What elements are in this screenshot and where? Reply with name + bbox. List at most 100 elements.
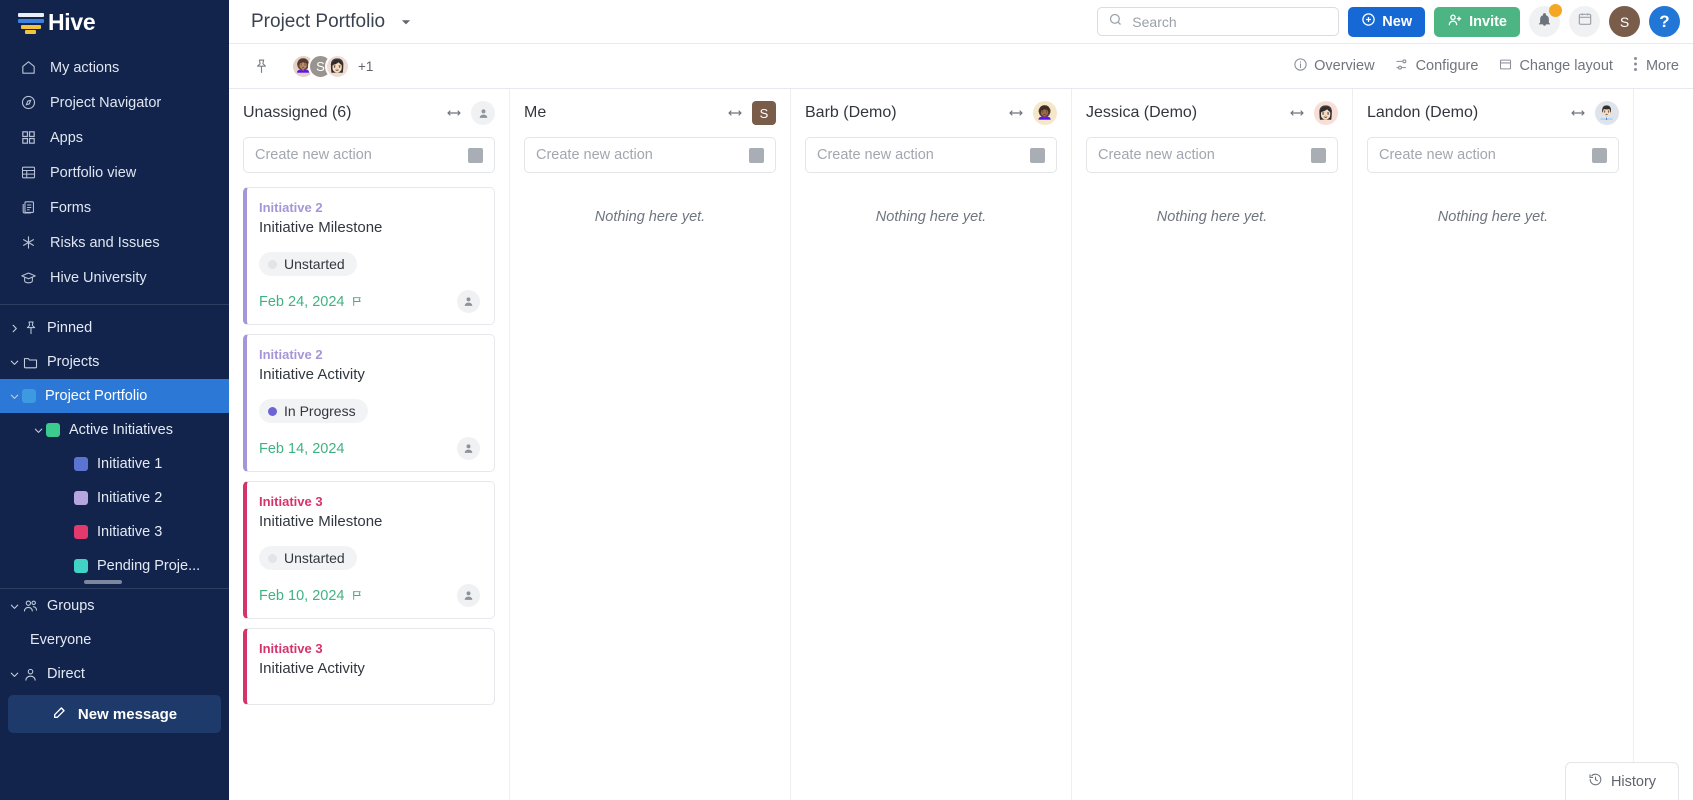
resize-column-icon[interactable] <box>1570 105 1586 121</box>
resize-column-icon[interactable] <box>727 105 743 121</box>
chevron-down-icon[interactable] <box>6 391 22 402</box>
sidebar-item-projects[interactable]: Projects <box>0 345 229 379</box>
calendar-button[interactable] <box>1569 6 1600 37</box>
column-avatar[interactable]: 👨🏻‍💼 <box>1595 101 1619 125</box>
sidebar-item-everyone[interactable]: Everyone <box>0 623 229 657</box>
dots-vertical-icon <box>1633 56 1638 76</box>
create-action-button[interactable] <box>1030 147 1045 163</box>
sidebar-item-portfolio-view[interactable]: Portfolio view <box>0 155 229 190</box>
kanban-column: Jessica (Demo) 👩🏻 Nothing here yet. <box>1072 89 1353 800</box>
sidebar-item-project-navigator[interactable]: Project Navigator <box>0 85 229 120</box>
create-action-input[interactable] <box>536 147 749 163</box>
card-status-badge[interactable]: Unstarted <box>259 252 357 276</box>
column-header: Me S <box>524 89 776 137</box>
overview-label: Overview <box>1314 58 1375 74</box>
resize-column-icon[interactable] <box>1289 105 1305 121</box>
create-action-row[interactable] <box>243 137 495 173</box>
overview-button[interactable]: Overview <box>1293 57 1375 76</box>
card-assignee-avatar[interactable] <box>457 584 480 607</box>
column-avatar[interactable]: 👩🏾‍🦱 <box>1033 101 1057 125</box>
resize-column-icon[interactable] <box>1008 105 1024 121</box>
history-button[interactable]: History <box>1565 762 1679 800</box>
column-title: Barb (Demo) <box>805 104 897 121</box>
sidebar-item-apps[interactable]: Apps <box>0 120 229 155</box>
create-action-row[interactable] <box>1086 137 1338 173</box>
avatar[interactable]: 👩🏻 <box>325 53 350 79</box>
column-body: Nothing here yet. <box>524 187 776 800</box>
sidebar-scroll-indicator[interactable] <box>84 580 122 584</box>
sidebar-item-initiative-1[interactable]: Initiative 1 <box>0 447 229 481</box>
column-avatar[interactable]: 👩🏻 <box>1314 101 1338 125</box>
new-message-button[interactable]: New message <box>8 695 221 733</box>
invite-button[interactable]: Invite <box>1434 6 1520 37</box>
sidebar-item-initiative-3[interactable]: Initiative 3 <box>0 515 229 549</box>
sidebar-item-direct[interactable]: Direct <box>0 657 229 691</box>
sidebar-item-pending-proje-[interactable]: Pending Proje... <box>0 549 229 583</box>
new-button[interactable]: New <box>1348 6 1426 37</box>
sidebar-item-groups[interactable]: Groups <box>0 589 229 623</box>
column-avatar[interactable]: S <box>752 101 776 125</box>
card-due-date[interactable]: Feb 14, 2024 <box>259 441 344 457</box>
card-due-date[interactable]: Feb 10, 2024 <box>259 588 344 604</box>
sidebar-item-forms[interactable]: Forms <box>0 190 229 225</box>
column-header: Unassigned (6) <box>243 89 495 137</box>
sidebar-item-my-actions[interactable]: My actions <box>0 50 229 85</box>
card-status-label: Unstarted <box>284 550 345 566</box>
create-action-button[interactable] <box>749 147 764 163</box>
sidebar-item-label: Groups <box>47 598 95 614</box>
resize-column-icon[interactable] <box>446 105 462 121</box>
create-action-row[interactable] <box>524 137 776 173</box>
kanban-board: Unassigned (6) Initiative 2 Initiative Mil… <box>229 89 1693 800</box>
create-action-row[interactable] <box>1367 137 1619 173</box>
create-action-input[interactable] <box>1379 147 1592 163</box>
change-layout-button[interactable]: Change layout <box>1498 57 1613 76</box>
create-action-row[interactable] <box>805 137 1057 173</box>
chevron-down-icon[interactable] <box>30 425 46 436</box>
task-card[interactable]: Initiative 2 Initiative Activity In Progre… <box>243 334 495 472</box>
sidebar-item-risks-and-issues[interactable]: Risks and Issues <box>0 225 229 260</box>
history-label: History <box>1610 773 1657 790</box>
pin-icon[interactable] <box>253 58 270 75</box>
create-action-input[interactable] <box>255 147 468 163</box>
card-status-badge[interactable]: Unstarted <box>259 546 357 570</box>
create-action-button[interactable] <box>1311 147 1326 163</box>
flag-icon[interactable] <box>351 589 364 602</box>
chevron-right-icon[interactable] <box>6 323 22 334</box>
task-card[interactable]: Initiative 3 Initiative Milestone Unstarte… <box>243 481 495 619</box>
card-footer: Feb 14, 2024 <box>259 437 480 460</box>
sidebar-item-active-initiatives[interactable]: Active Initiatives <box>0 413 229 447</box>
sidebar-item-initiative-2[interactable]: Initiative 2 <box>0 481 229 515</box>
task-card[interactable]: Initiative 2 Initiative Milestone Unstarte… <box>243 187 495 325</box>
card-assignee-avatar[interactable] <box>457 437 480 460</box>
search-input[interactable] <box>1132 13 1329 30</box>
create-action-button[interactable] <box>1592 147 1607 163</box>
chevron-down-icon[interactable] <box>6 357 22 368</box>
card-assignee-avatar[interactable] <box>457 290 480 313</box>
column-title: Landon (Demo) <box>1367 104 1479 121</box>
create-action-input[interactable] <box>1098 147 1311 163</box>
card-due-date[interactable]: Feb 24, 2024 <box>259 294 344 310</box>
configure-button[interactable]: Configure <box>1395 57 1478 76</box>
member-avatars[interactable]: 👩🏽‍🦱 S 👩🏻 <box>291 53 350 79</box>
help-button[interactable]: ? <box>1649 6 1680 37</box>
sidebar-item-project-portfolio[interactable]: Project Portfolio <box>0 379 229 413</box>
sidebar-item-pinned[interactable]: Pinned <box>0 311 229 345</box>
notifications-button[interactable] <box>1529 4 1562 37</box>
card-status-badge[interactable]: In Progress <box>259 399 368 423</box>
create-action-button[interactable] <box>468 147 483 163</box>
column-header: Landon (Demo) 👨🏻‍💼 <box>1367 89 1619 137</box>
chevron-down-icon[interactable] <box>399 15 413 29</box>
flag-icon[interactable] <box>351 295 364 308</box>
sidebar-item-hive-university[interactable]: Hive University <box>0 260 229 295</box>
sidebar-item-label: Risks and Issues <box>50 234 160 251</box>
chevron-down-icon[interactable] <box>6 601 22 612</box>
search-box[interactable] <box>1097 7 1340 36</box>
brand-logo[interactable]: Hive <box>0 0 229 44</box>
chevron-down-icon[interactable] <box>6 669 22 680</box>
more-members-count[interactable]: +1 <box>358 59 373 74</box>
create-action-input[interactable] <box>817 147 1030 163</box>
task-card[interactable]: Initiative 3 Initiative Activity <box>243 628 495 705</box>
more-button[interactable]: More <box>1633 56 1679 76</box>
column-avatar[interactable] <box>471 101 495 125</box>
user-avatar[interactable]: S <box>1609 6 1640 37</box>
